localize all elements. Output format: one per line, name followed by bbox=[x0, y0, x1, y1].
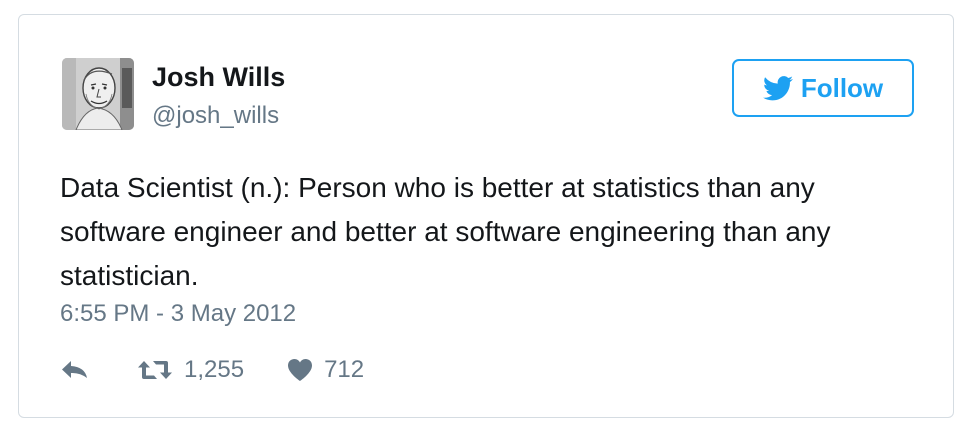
tweet-actions: 1,255 712 bbox=[60, 350, 364, 390]
follow-button[interactable]: Follow bbox=[732, 59, 914, 117]
tweet-timestamp[interactable]: 6:55 PM - 3 May 2012 bbox=[60, 299, 296, 329]
retweet-button[interactable]: 1,255 bbox=[137, 356, 244, 384]
user-display-name[interactable]: Josh Wills bbox=[152, 61, 285, 93]
twitter-bird-icon bbox=[762, 75, 793, 101]
retweet-count: 1,255 bbox=[184, 356, 245, 383]
avatar-caricature-image bbox=[62, 58, 134, 130]
like-count: 712 bbox=[324, 356, 365, 383]
retweet-icon bbox=[137, 358, 173, 382]
user-handle[interactable]: @josh_wills bbox=[152, 101, 279, 131]
reply-icon bbox=[60, 359, 90, 381]
tweet-card: Josh Wills @josh_wills Follow Data Scien… bbox=[18, 14, 954, 418]
heart-icon bbox=[287, 358, 313, 382]
follow-button-label: Follow bbox=[800, 72, 884, 103]
reply-button[interactable] bbox=[60, 359, 90, 381]
avatar[interactable] bbox=[62, 58, 134, 130]
tweet-text: Data Scientist (n.): Person who is bette… bbox=[60, 172, 831, 291]
like-button[interactable]: 712 bbox=[287, 356, 364, 384]
